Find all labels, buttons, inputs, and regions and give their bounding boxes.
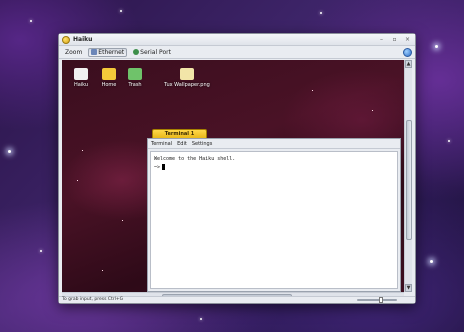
computer-icon [74,68,88,80]
terminal-tab[interactable]: Terminal 1 [152,129,207,138]
ethernet-icon [91,49,98,55]
desktop-icon-haiku[interactable]: Haiku [66,68,96,88]
trash-icon [128,68,142,80]
serial-port-icon [133,49,140,55]
zoom-slider-knob[interactable] [379,297,383,303]
prompt-line: ~> [154,164,394,172]
menu-settings[interactable]: Settings [192,141,213,147]
serial-port-label: Serial Port [140,48,171,56]
maximize-button[interactable]: ▫ [391,36,398,43]
vertical-scrollbar[interactable]: ▲ ▼ [404,60,412,292]
terminal-window: Terminal 1 Terminal Edit Settings Welcom… [147,129,401,292]
guest-desktop[interactable]: Haiku Home Trash Tux Wallpaper.png Termi… [62,60,404,292]
scroll-down-arrow[interactable]: ▼ [405,284,412,292]
zoom-button[interactable]: Zoom [62,48,85,57]
globe-icon[interactable] [403,48,412,57]
desktop-icon-label: Tux Wallpaper.png [164,82,210,88]
toolbar: Zoom Ethernet Serial Port [59,46,415,59]
menu-edit[interactable]: Edit [177,141,187,147]
haiku-vm-window: Haiku – ▫ × Zoom Ethernet Serial Port Ha… [58,33,416,304]
home-folder-icon [102,68,116,80]
scroll-up-arrow[interactable]: ▲ [405,60,412,68]
desktop-icon-wallpaper[interactable]: Tux Wallpaper.png [162,68,212,88]
star [430,260,433,263]
star [8,150,11,153]
image-file-icon [180,68,194,80]
serial-port-button[interactable]: Serial Port [130,48,174,57]
text-cursor [162,164,166,170]
vertical-scroll-thumb[interactable] [406,120,412,240]
desktop-icon-trash[interactable]: Trash [120,68,150,88]
app-icon [62,35,70,44]
window-title: Haiku [73,36,93,43]
zoom-label: Zoom [65,48,83,56]
star [40,250,42,252]
title-bar[interactable]: Haiku – ▫ × [59,34,415,46]
status-text: To grab input, press Ctrl+G [62,297,124,302]
ethernet-button[interactable]: Ethernet [88,47,128,57]
star [435,45,438,48]
star [320,12,322,14]
terminal-menubar: Terminal Edit Settings [148,139,400,149]
close-button[interactable]: × [404,36,411,43]
ethernet-label: Ethernet [98,48,125,56]
desktop-icon-label: Trash [128,82,142,88]
status-bar: To grab input, press Ctrl+G [59,296,415,303]
star [200,318,202,320]
terminal-output[interactable]: Welcome to the Haiku shell. ~> [150,151,398,289]
zoom-slider[interactable] [357,297,397,303]
minimize-button[interactable]: – [378,36,385,43]
star [30,20,32,22]
welcome-line: Welcome to the Haiku shell. [154,156,236,162]
menu-terminal[interactable]: Terminal [151,141,172,147]
desktop-icon-label: Haiku [73,82,89,88]
star [120,10,122,12]
star [448,140,450,142]
prompt: ~> [154,164,161,171]
